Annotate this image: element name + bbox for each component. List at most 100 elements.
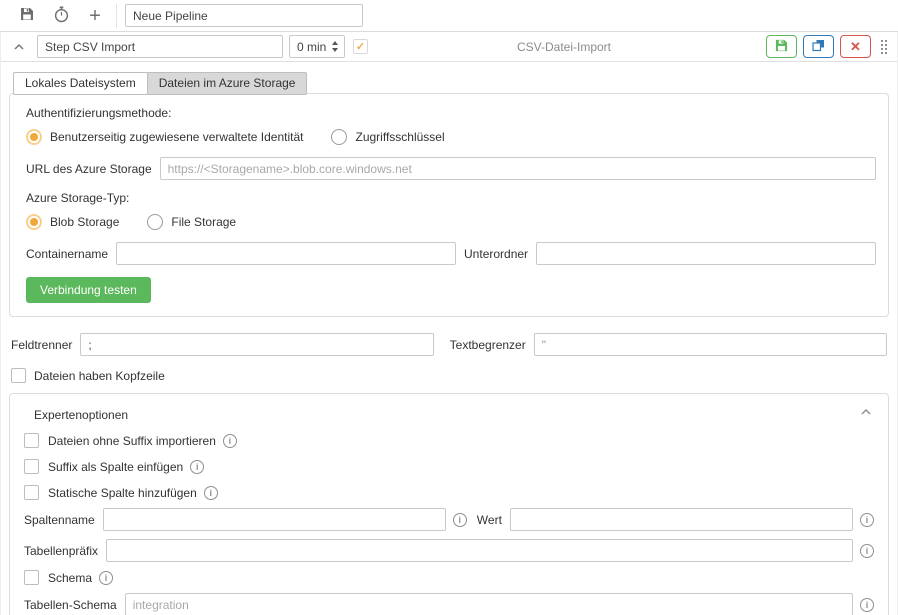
step-collapse-button[interactable]: [9, 37, 29, 57]
info-icon[interactable]: i: [860, 513, 874, 527]
radio-unselected-icon: [331, 129, 347, 145]
suffix-column-checkbox[interactable]: [24, 459, 39, 474]
auth-method-label: Authentifizierungsmethode:: [26, 106, 876, 120]
toolbar-divider: [116, 4, 117, 28]
has-header-label: Dateien haben Kopfzeile: [34, 369, 165, 383]
column-name-input[interactable]: [103, 508, 446, 531]
test-connection-button[interactable]: Verbindung testen: [26, 277, 151, 303]
storage-url-label: URL des Azure Storage: [26, 162, 152, 176]
table-prefix-label: Tabellenpräfix: [24, 544, 98, 558]
radio-unselected-icon: [147, 214, 163, 230]
column-name-row: Spaltenname i Wert i: [24, 508, 874, 531]
text-delimiter-input[interactable]: [534, 333, 887, 356]
radio-label: Zugriffsschlüssel: [355, 130, 444, 144]
radio-access-key[interactable]: Zugriffsschlüssel: [331, 129, 444, 145]
tab-local-filesystem[interactable]: Lokales Dateisystem: [13, 72, 148, 95]
static-column-row: Statische Spalte hinzufügen i: [24, 485, 874, 500]
schema-label: Schema: [48, 571, 92, 585]
step-content: Lokales Dateisystem Dateien im Azure Sto…: [1, 62, 897, 615]
container-name-label: Containername: [26, 247, 108, 261]
delimiter-row: Feldtrenner Textbegrenzer: [11, 333, 887, 356]
spinner-up-icon[interactable]: [332, 41, 338, 45]
table-schema-label: Tabellen-Schema: [24, 598, 117, 612]
table-prefix-row: Tabellenpräfix i: [24, 539, 874, 562]
radio-selected-icon: [26, 129, 42, 145]
schema-row: Schema i: [24, 570, 874, 585]
drag-handle-icon[interactable]: [881, 40, 887, 54]
table-schema-input[interactable]: [125, 593, 853, 615]
container-row: Containername Unterordner: [26, 242, 876, 265]
radio-managed-identity[interactable]: Benutzerseitig zugewiesene verwaltete Id…: [26, 129, 303, 145]
radio-file-storage[interactable]: File Storage: [147, 214, 236, 230]
add-step-button[interactable]: +: [78, 3, 112, 29]
step-duration-value[interactable]: 0 min: [290, 40, 328, 54]
info-icon[interactable]: i: [453, 513, 467, 527]
storage-url-input[interactable]: [160, 157, 876, 180]
save-pipeline-button[interactable]: [10, 3, 44, 29]
radio-blob-storage[interactable]: Blob Storage: [26, 214, 119, 230]
radio-label: Blob Storage: [50, 215, 119, 229]
suffix-column-label: Suffix als Spalte einfügen: [48, 460, 183, 474]
info-icon[interactable]: i: [860, 598, 874, 612]
check-icon: ✓: [356, 40, 365, 53]
text-delimiter-label: Textbegrenzer: [450, 338, 526, 352]
has-header-row: Dateien haben Kopfzeile: [11, 368, 887, 383]
stopwatch-icon: [53, 6, 70, 26]
close-icon: ✕: [850, 39, 861, 55]
field-separator-label: Feldtrenner: [11, 338, 72, 352]
pipeline-toolbar: +: [0, 0, 898, 32]
step-duration-spinner[interactable]: 0 min: [289, 35, 345, 58]
value-label: Wert: [477, 513, 502, 527]
step-save-button[interactable]: [766, 35, 797, 58]
chevron-up-icon: [860, 404, 872, 419]
save-icon: [20, 7, 34, 24]
copy-icon: [812, 39, 825, 55]
expert-options-panel: Expertenoptionen Dateien ohne Suffix imp…: [9, 393, 889, 615]
table-schema-row: Tabellen-Schema i: [24, 593, 874, 615]
suffix-column-row: Suffix als Spalte einfügen i: [24, 459, 874, 474]
has-header-checkbox[interactable]: [11, 368, 26, 383]
plus-icon: +: [89, 6, 101, 26]
pipeline-name-input[interactable]: [125, 4, 363, 27]
expert-options-title: Expertenoptionen: [34, 408, 874, 422]
step-header: 0 min ✓ CSV-Datei-Import ✕: [1, 32, 897, 62]
expert-collapse-button[interactable]: [860, 404, 872, 419]
column-name-label: Spaltenname: [24, 513, 95, 527]
step-delete-button[interactable]: ✕: [840, 35, 871, 58]
source-tabs: Lokales Dateisystem Dateien im Azure Sto…: [13, 72, 889, 95]
no-suffix-checkbox[interactable]: [24, 433, 39, 448]
info-icon[interactable]: i: [99, 571, 113, 585]
schedule-pipeline-button[interactable]: [44, 3, 78, 29]
storage-type-radio-group: Blob Storage File Storage: [26, 214, 876, 230]
radio-label: File Storage: [171, 215, 236, 229]
field-separator-input[interactable]: [80, 333, 433, 356]
no-suffix-label: Dateien ohne Suffix importieren: [48, 434, 216, 448]
subfolder-input[interactable]: [536, 242, 876, 265]
tab-azure-storage[interactable]: Dateien im Azure Storage: [147, 72, 308, 95]
step-title: CSV-Datei-Import: [368, 40, 760, 54]
container-name-input[interactable]: [116, 242, 456, 265]
step-name-input[interactable]: [37, 35, 283, 58]
storage-type-label: Azure Storage-Typ:: [26, 191, 876, 205]
radio-selected-icon: [26, 214, 42, 230]
radio-label: Benutzerseitig zugewiesene verwaltete Id…: [50, 130, 303, 144]
step-enabled-checkbox[interactable]: ✓: [353, 39, 368, 54]
value-input[interactable]: [510, 508, 853, 531]
info-icon[interactable]: i: [223, 434, 237, 448]
info-icon[interactable]: i: [204, 486, 218, 500]
info-icon[interactable]: i: [860, 544, 874, 558]
step-card: 0 min ✓ CSV-Datei-Import ✕: [0, 32, 898, 615]
spinner-down-icon[interactable]: [332, 48, 338, 52]
chevron-up-icon: [13, 39, 25, 54]
step-duplicate-button[interactable]: [803, 35, 834, 58]
table-prefix-input[interactable]: [106, 539, 853, 562]
save-icon: [775, 39, 788, 55]
no-suffix-row: Dateien ohne Suffix importieren i: [24, 433, 874, 448]
info-icon[interactable]: i: [190, 460, 204, 474]
static-column-label: Statische Spalte hinzufügen: [48, 486, 197, 500]
schema-checkbox[interactable]: [24, 570, 39, 585]
subfolder-label: Unterordner: [464, 247, 528, 261]
static-column-checkbox[interactable]: [24, 485, 39, 500]
storage-url-row: URL des Azure Storage: [26, 157, 876, 180]
auth-method-radio-group: Benutzerseitig zugewiesene verwaltete Id…: [26, 129, 876, 145]
